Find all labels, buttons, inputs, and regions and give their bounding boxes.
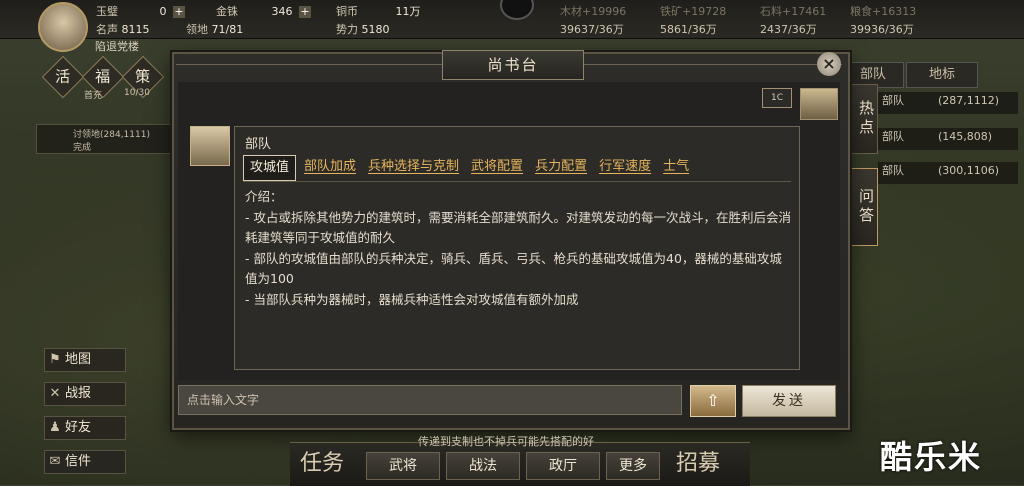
copper-label: 铜币 [336, 5, 358, 18]
mail-button[interactable]: ✉ 信件 [44, 450, 126, 474]
territory-value: 71/81 [211, 23, 244, 36]
tactics-button[interactable]: 战法 [446, 452, 520, 480]
tab-march-speed[interactable]: 行军速度 [595, 155, 655, 179]
bottom-tip: 传递到支制也不掉兵可能先搭配的好 [418, 435, 594, 448]
answer-bubble: 部队 攻城值 部队加成 兵种选择与克制 武将配置 兵力配置 行军速度 士气 介绍… [234, 126, 800, 370]
tab-divider [243, 181, 791, 182]
territory-label: 领地 [186, 23, 208, 36]
fame-label: 名声 [96, 23, 118, 36]
tasks-button[interactable]: 任务 [300, 445, 344, 477]
player-name: 陷退党楼 [95, 40, 139, 53]
wood-income: 木材+19996 [560, 5, 627, 18]
copper-resource: 铜币 11万 [336, 3, 421, 19]
player-chat-avatar [800, 88, 838, 120]
battle-report-button[interactable]: ✕ 战报 [44, 382, 126, 406]
politics-button[interactable]: 政厅 [526, 452, 600, 480]
tab-unit-counter[interactable]: 兵种选择与克制 [364, 155, 463, 179]
friends-button[interactable]: ♟ 好友 [44, 416, 126, 440]
map-icon: ⚑ [49, 352, 61, 367]
content-line: - 部队的攻城值由部队的兵种决定，骑兵、盾兵、弓兵、枪兵的基础攻城值为40，器械… [245, 250, 782, 287]
chat-input[interactable] [178, 385, 682, 415]
first-recharge-label: 首充 [84, 91, 103, 101]
tab-qa[interactable]: 问答 [848, 168, 878, 246]
more-button[interactable]: 更多 [606, 452, 660, 480]
tab-landmarks[interactable]: 地标 [906, 62, 978, 88]
fame-value: 8115 [121, 23, 150, 36]
send-button[interactable]: 发送 [742, 385, 836, 417]
power-label: 势力 [336, 23, 358, 36]
troop-row[interactable]: 部队 (300,1106) [878, 162, 1018, 184]
iron-stock: 5861/36万 [660, 23, 717, 36]
tab-general-config[interactable]: 武将配置 [467, 155, 527, 179]
wood-stock: 39637/36万 [560, 23, 624, 36]
quest-status: 完成 [73, 143, 92, 153]
generals-button[interactable]: 武将 [366, 452, 440, 480]
watermark-logo: 酷乐米 [880, 438, 983, 476]
bubble-title: 部队 [245, 137, 272, 152]
content-line: 介绍： [245, 189, 283, 204]
add-gold-button[interactable]: + [299, 6, 311, 18]
arrow-up-icon[interactable]: ⇧ [690, 385, 736, 417]
tab-hotspot[interactable]: 热点 [848, 84, 878, 154]
copper-value: 11万 [395, 5, 421, 18]
map-menu-button[interactable]: ⚑ 地图 [44, 348, 126, 372]
friends-icon: ♟ [49, 420, 61, 435]
jade-label: 玉璧 [96, 5, 118, 18]
strategy-count: 10/30 [124, 88, 150, 98]
stone-income: 石料+17461 [760, 5, 827, 18]
add-jade-button[interactable]: + [173, 6, 185, 18]
fame-stat: 名声 8115 [96, 21, 150, 37]
stone-stock: 2437/36万 [760, 23, 817, 36]
troop-row[interactable]: 部队 (145,808) [878, 128, 1018, 150]
dialog-title: 尚书台 [442, 50, 584, 80]
close-icon[interactable]: × [817, 52, 841, 76]
weather-icon[interactable] [500, 0, 534, 20]
quest-text: 讨领地(284,1111) [73, 130, 150, 140]
grain-income: 粮食+16313 [850, 5, 917, 18]
player-avatar[interactable] [38, 2, 88, 52]
power-stat: 势力 5180 [336, 21, 390, 37]
recruit-button[interactable]: 招募 [676, 445, 720, 477]
gold-value: 346 [271, 5, 293, 18]
top-resource-bar: 玉璧 0 + 金铢 346 + 铜币 11万 名声 8115 领地 71/81 … [0, 0, 1024, 52]
quest-tracker[interactable]: 讨领地(284,1111) 完成 [36, 124, 176, 154]
content-line: - 当部队兵种为器械时，器械兵种适性会对攻城值有额外加成 [245, 291, 579, 307]
iron-income: 铁矿+19728 [660, 5, 727, 18]
tab-troop-bonus[interactable]: 部队加成 [300, 155, 360, 179]
jade-value: 0 [159, 5, 167, 18]
chat-input-row: ⇧ 发送 [178, 385, 840, 419]
troop-row[interactable]: 部队 (287,1112) [878, 92, 1018, 114]
advisor-avatar [190, 126, 230, 166]
power-value: 5180 [361, 23, 390, 36]
mail-icon: ✉ [49, 454, 61, 469]
tab-morale[interactable]: 士气 [659, 155, 693, 179]
battle-icon: ✕ [49, 386, 61, 401]
gold-label: 金铢 [216, 5, 238, 18]
content-line: - 攻占或拆除其他势力的建筑时，需要消耗全部建筑耐久。对建筑发动的每一次战斗，在… [245, 209, 791, 246]
level-badge: 1C [762, 88, 792, 108]
gold-resource: 金铢 346 + [216, 3, 314, 19]
topic-tabs: 攻城值 部队加成 兵种选择与克制 武将配置 兵力配置 行军速度 士气 [243, 155, 791, 181]
tab-siege-value[interactable]: 攻城值 [243, 155, 297, 181]
tab-troop-config[interactable]: 兵力配置 [531, 155, 591, 179]
territory-stat: 领地 71/81 [186, 21, 243, 37]
grain-stock: 39936/36万 [850, 23, 914, 36]
jade-resource: 玉璧 0 + [96, 3, 188, 19]
answer-content: 介绍： - 攻占或拆除其他势力的建筑时，需要消耗全部建筑耐久。对建筑发动的每一次… [245, 187, 791, 310]
